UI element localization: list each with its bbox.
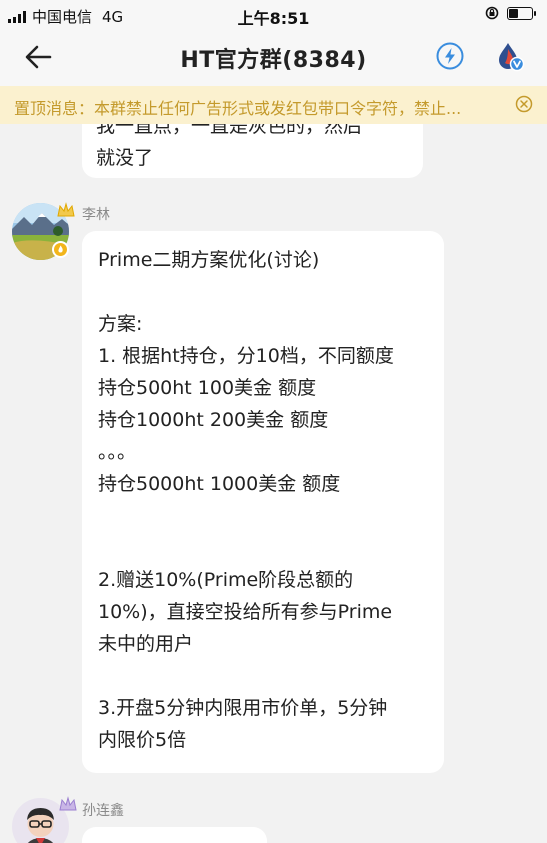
message-bubble[interactable] xyxy=(82,827,267,843)
message-line: 未中的用户 xyxy=(98,633,194,655)
crown-icon xyxy=(59,796,77,811)
rotation-lock-icon xyxy=(485,6,499,20)
nav-bar: HT官方群(8384) xyxy=(0,28,547,86)
status-bar: 中国电信 4G 上午8:51 xyxy=(0,0,547,28)
message-line: 10%)，直接空投给所有参与Prime xyxy=(98,601,393,623)
chat-list[interactable]: 我一直点，一直是灰色的，然后 就没了 李林 Prime二期方案优化(讨论) 方案… xyxy=(0,124,547,843)
message-bubble[interactable]: Prime二期方案优化(讨论) 方案: 1. 根据ht持仓，分10档，不同额度 … xyxy=(82,231,444,773)
message-bubble[interactable]: 我一直点，一直是灰色的，然后 就没了 xyxy=(82,124,423,178)
message-line: 持仓1000ht 200美金 额度 xyxy=(98,409,329,431)
drop-v-badge-icon[interactable] xyxy=(495,40,525,72)
crown-icon xyxy=(57,202,75,217)
message-line: 我一直点，一直是灰色的，然后 xyxy=(96,124,363,137)
group-title: HT官方群(8384) xyxy=(180,48,367,73)
message-line: 。。。 xyxy=(98,441,137,463)
message-line: 方案: xyxy=(98,313,143,335)
lightning-icon[interactable] xyxy=(436,42,464,70)
message-line xyxy=(98,500,394,532)
battery-icon xyxy=(507,6,536,20)
message-line: 2.赠送10%(Prime阶段总额的 xyxy=(98,569,354,591)
close-icon[interactable] xyxy=(515,95,533,113)
message-line: 持仓500ht 100美金 额度 xyxy=(98,377,317,399)
pinned-notice-text: 置顶消息：本群禁止任何广告形式或发红包带口令字符，禁止... xyxy=(14,99,462,118)
clock: 上午8:51 xyxy=(237,9,310,28)
fire-icon xyxy=(52,241,69,258)
message-line: 内限价5倍 xyxy=(98,729,187,751)
sender-name: 孙连鑫 xyxy=(82,803,124,819)
message-line: Prime二期方案优化(讨论) xyxy=(98,249,320,271)
message-line xyxy=(98,660,394,692)
sender-name: 李林 xyxy=(82,207,110,223)
pinned-notice[interactable]: 置顶消息：本群禁止任何广告形式或发红包带口令字符，禁止... xyxy=(0,86,547,124)
message-line xyxy=(98,276,394,308)
message-line: 就没了 xyxy=(96,147,154,169)
message-line xyxy=(98,532,394,564)
message-line: 1. 根据ht持仓，分10档，不同额度 xyxy=(98,345,394,367)
message-line: 3.开盘5分钟内限用市价单，5分钟 xyxy=(98,697,388,719)
message-line: 持仓5000ht 1000美金 额度 xyxy=(98,473,341,495)
